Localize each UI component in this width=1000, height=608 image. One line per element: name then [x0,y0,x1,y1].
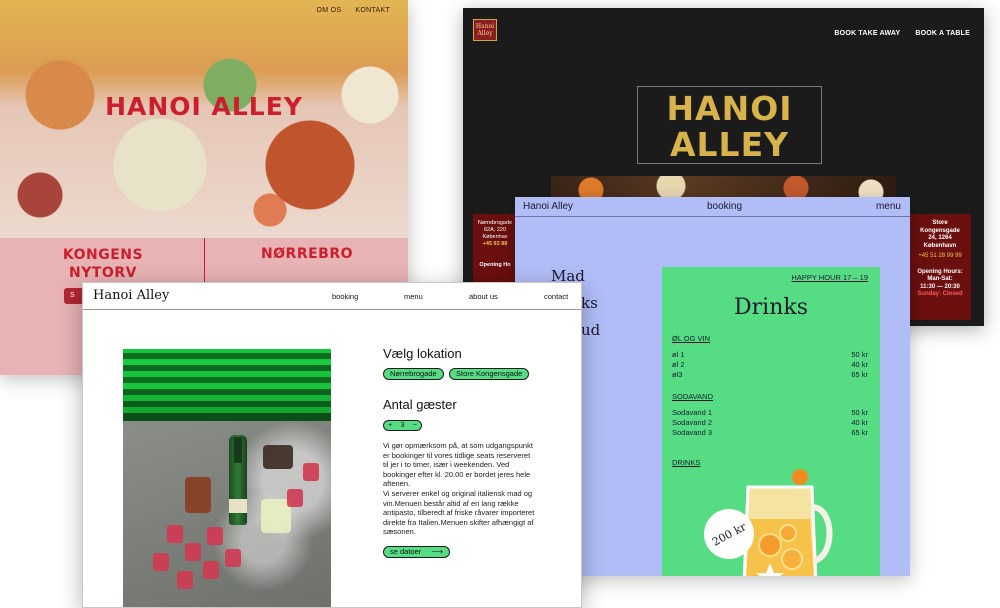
hours-heading: Opening Hours: [917,268,963,275]
item-name: øl3 [672,370,683,379]
logo-line-2: Alley [477,30,493,37]
shot-glass [225,549,241,567]
section-heading-sodavand[interactable]: SODAVAND [672,392,713,401]
menu-row: øl 1 50 kr [672,350,868,359]
booking-info-text: Vi gør opmærksom på, at som udgangspunkt… [383,441,535,537]
espresso-martini [263,445,293,469]
address-line: 62A, 220 [483,227,507,233]
nav-link-om-os[interactable]: OM OS [317,7,342,14]
booking-site-brand[interactable]: Hanoi Alley [93,288,169,303]
menu-row: øl3 65 kr [672,370,868,379]
dark-site-nav: BOOK TAKE AWAY BOOK A TABLE [834,30,970,37]
table-surface [123,421,331,607]
item-price: 50 kr [851,408,868,417]
drinks-title: Drinks [734,295,808,320]
section-heading-ol-og-vin[interactable]: ØL OG VIN [672,334,710,343]
location-kongens-nytorv[interactable]: KONGENS NYTORV [28,246,178,282]
shot-glass [287,489,303,507]
phone-number[interactable]: +45 51 28 99 99 [913,253,967,261]
menu-row: øl 2 40 kr [672,360,868,369]
item-name: Sodavand 1 [672,408,713,417]
see-dates-label: se datoer [390,547,422,556]
nav-link-about-us[interactable]: about us [469,292,498,301]
drinks-table-photo [123,349,331,607]
location-chip-norrebrogade[interactable]: Nørrebrogade [383,368,444,380]
location-heading: Vælg lokation [383,346,462,361]
opening-days: Man-Sat: [927,276,953,282]
location-chip-store-kongensgade[interactable]: Store Kongensgade [449,368,530,380]
drinks-card: HAPPY HOUR 17 – 19 Drinks ØL OG VIN øl 1… [662,267,880,576]
city: Københav [482,234,508,240]
menu-site-header: Hanoi Alley booking menu [515,197,910,217]
title-line-1: HANOI [666,89,793,128]
nav-link-booking[interactable]: booking [707,201,742,212]
header-divider [83,309,581,310]
item-price: 65 kr [851,428,868,437]
logo-line-1: Hanoi [475,23,495,30]
address-line: Nørrebrogade [477,220,513,226]
title-line-2: ALLEY [669,125,790,164]
closed-note: Sunday: Closed [917,291,963,297]
pink-site-title: HANOI ALLEY [105,92,303,121]
nav-link-menu[interactable]: menu [404,292,423,301]
hanoi-alley-logo[interactable]: Hanoi Alley [473,19,497,41]
stepper-decrease-button[interactable]: − [413,422,417,429]
divider [204,238,205,288]
menu-row: Sodavand 1 50 kr [672,408,868,417]
guests-heading: Antal gæster [383,397,457,412]
book-a-table-link[interactable]: BOOK A TABLE [915,30,970,37]
shot-glass [153,553,169,571]
shot-glass [303,463,319,481]
beer-glass [185,477,211,513]
phone-number[interactable]: +45 93 88 [477,241,513,248]
item-name: Sodavand 3 [672,428,713,437]
address-line: Kongensgade [920,227,960,234]
bottle-label [229,499,247,513]
hours-heading: Opening Ho [479,262,511,268]
item-name: Sodavand 2 [672,418,713,427]
menu-site-brand[interactable]: Hanoi Alley [523,201,573,212]
nav-link-booking[interactable]: booking [332,292,358,301]
item-price: 50 kr [851,350,868,359]
section-heading-drinks[interactable]: DRINKS [672,458,700,467]
shot-glass [177,571,193,589]
guests-stepper[interactable]: + 3 − [383,420,422,431]
book-take-away-link[interactable]: BOOK TAKE AWAY [834,30,900,37]
location-norrebro[interactable]: NØRREBRO [232,246,382,262]
opening-hours: 11:30 — 20:30 [920,283,960,290]
dark-site-title: HANOI ALLEY [637,86,822,164]
arrow-right-icon: ⟶ [431,547,443,556]
collage: OM OS KONTAKT HANOI ALLEY KONGENS NYTORV… [0,0,1000,608]
item-name: øl 1 [672,350,685,359]
item-price: 40 kr [851,360,868,369]
stepper-increase-button[interactable]: + [388,422,392,429]
shot-glass [207,527,223,545]
see-dates-button[interactable]: se datoer ⟶ [383,546,450,558]
nav-link-menu[interactable]: menu [876,201,901,212]
menu-row: Sodavand 2 40 kr [672,418,868,427]
pink-site-nav: OM OS KONTAKT [317,7,390,14]
bottle-neck [234,437,242,463]
guests-count: 3 [400,422,405,429]
shot-glass [185,543,201,561]
item-price: 40 kr [851,418,868,427]
menu-row: Sodavand 3 65 kr [672,428,868,437]
happy-hour-link[interactable]: HAPPY HOUR 17 – 19 [791,273,868,282]
item-price: 65 kr [851,370,868,379]
booking-site-window: Hanoi Alley booking menu about us contac… [82,282,582,608]
city: København [923,242,957,249]
shot-glass [167,525,183,543]
nav-link-contact[interactable]: contact [544,292,568,301]
shot-glass [203,561,219,579]
nav-link-kontakt[interactable]: KONTAKT [355,7,390,14]
item-name: øl 2 [672,360,685,369]
address-line: 24, 1264 [928,235,952,241]
store-label: Store [932,220,948,226]
kongensgade-info-panel: Store Kongensgade 24, 1264 København +45… [909,214,971,320]
